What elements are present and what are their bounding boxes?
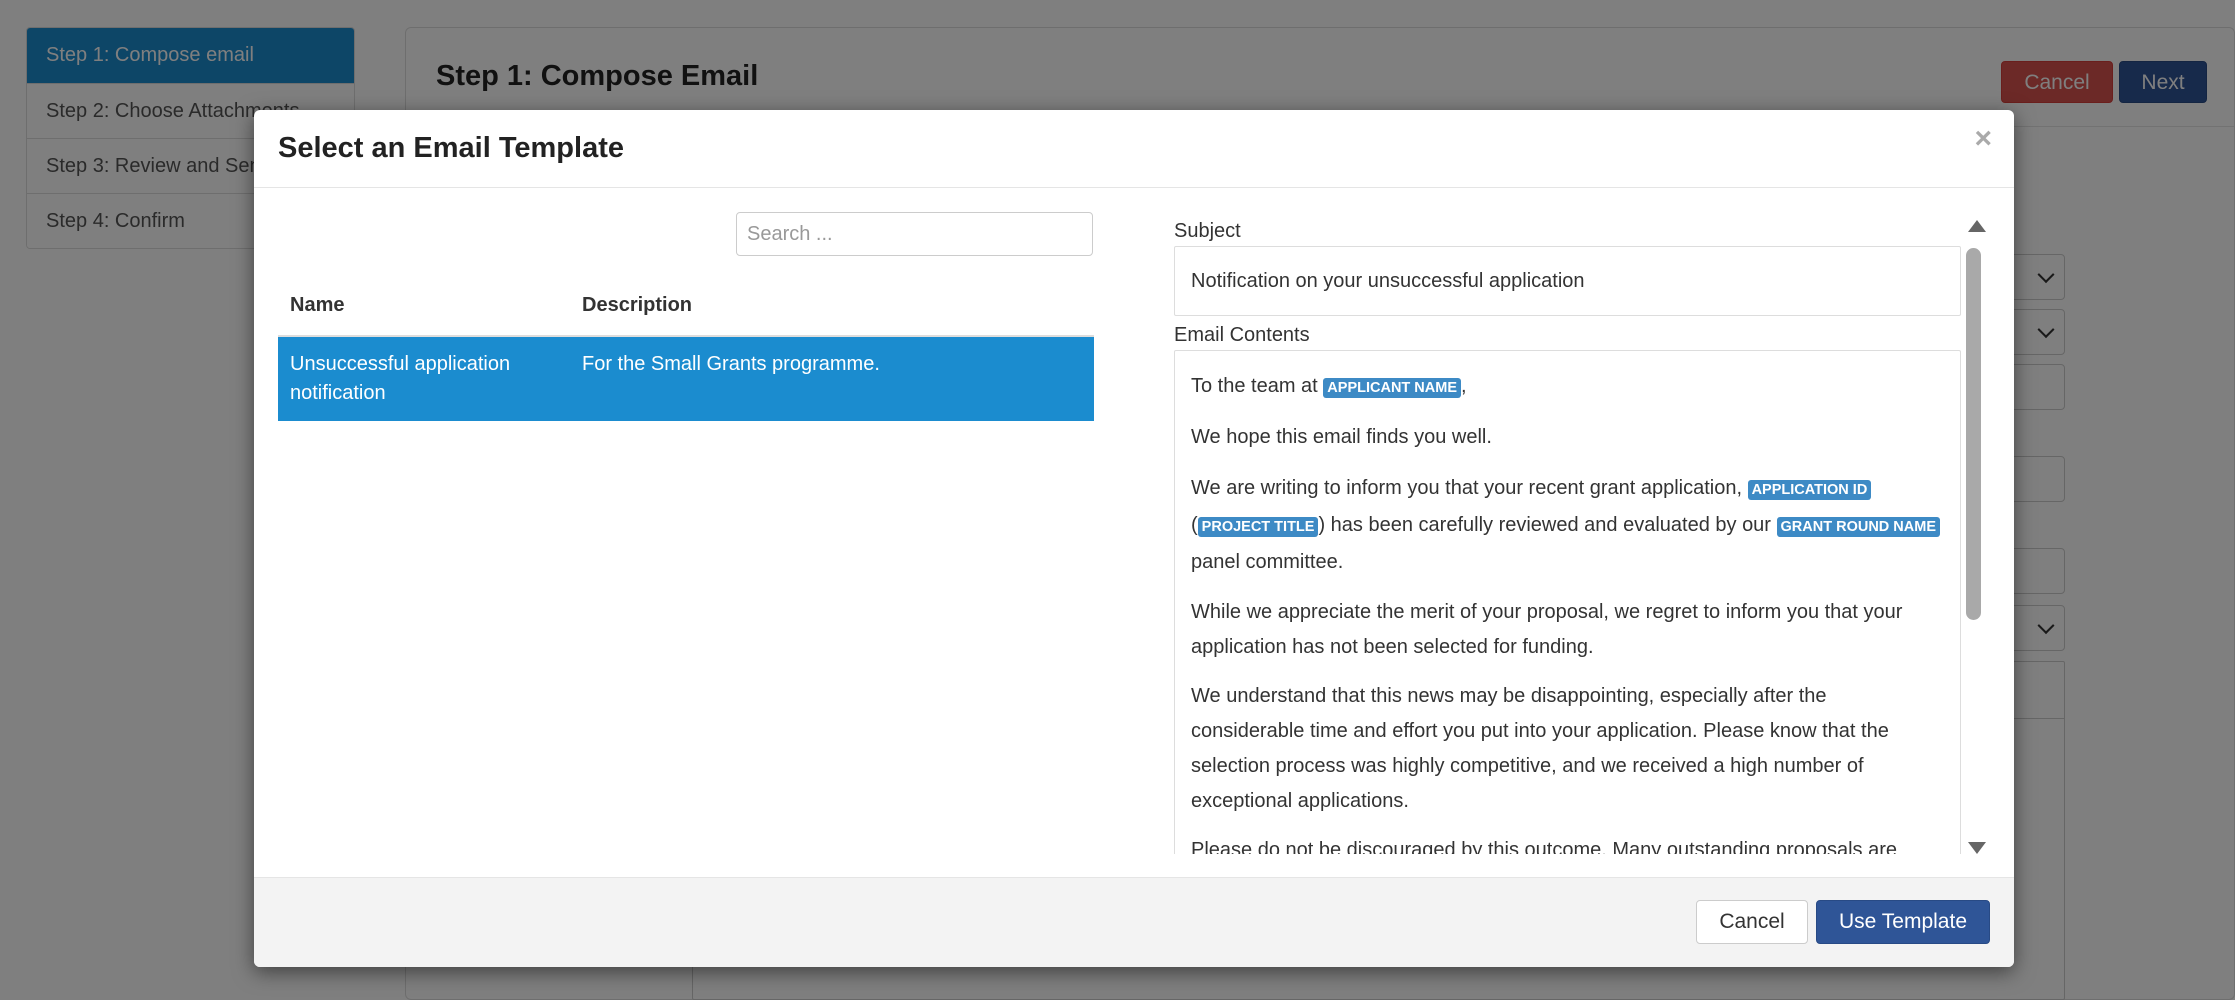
placeholder-token-grant-round-name: GRANT ROUND NAME bbox=[1776, 517, 1940, 537]
table-header-row: Name Description bbox=[278, 276, 1094, 337]
table-row[interactable]: Unsuccessful application notification Fo… bbox=[278, 336, 1094, 421]
column-header-name[interactable]: Name bbox=[278, 276, 570, 337]
text-span: panel committee. bbox=[1191, 551, 1344, 573]
placeholder-token-project-title: PROJECT TITLE bbox=[1197, 517, 1319, 537]
email-contents-field[interactable]: To the team at APPLICANT NAME, We hope t… bbox=[1174, 350, 1961, 854]
scroll-up-arrow-icon[interactable] bbox=[1968, 220, 1986, 232]
email-template-modal: Select an Email Template × Name Descript… bbox=[254, 110, 2014, 967]
template-description-cell: For the Small Grants programme. bbox=[570, 336, 1094, 421]
template-table: Name Description Unsuccessful applicatio… bbox=[278, 276, 1094, 421]
text-span: ( bbox=[1191, 514, 1198, 536]
search-input[interactable] bbox=[736, 212, 1093, 256]
column-header-description[interactable]: Description bbox=[570, 276, 1094, 337]
use-template-button[interactable]: Use Template bbox=[1816, 900, 1990, 944]
email-paragraph: To the team at APPLICANT NAME, bbox=[1191, 368, 1944, 405]
email-contents-label: Email Contents bbox=[1174, 324, 1310, 346]
modal-title: Select an Email Template bbox=[278, 132, 624, 164]
email-paragraph: While we appreciate the merit of your pr… bbox=[1191, 601, 1903, 658]
template-preview: Subject Notification on your unsuccessfu… bbox=[1174, 216, 1961, 856]
template-name-cell: Unsuccessful application notification bbox=[278, 336, 570, 421]
scroll-down-arrow-icon[interactable] bbox=[1968, 842, 1986, 854]
modal-header: Select an Email Template × bbox=[254, 110, 2014, 188]
close-icon[interactable]: × bbox=[1974, 124, 1992, 154]
email-paragraph: Please do not be discouraged by this out… bbox=[1191, 839, 1897, 854]
cancel-button[interactable]: Cancel bbox=[1696, 900, 1808, 944]
text-span: , bbox=[1461, 375, 1467, 397]
scrollbar-thumb[interactable] bbox=[1966, 248, 1981, 620]
text-span: We are writing to inform you that your r… bbox=[1191, 477, 1748, 499]
email-paragraph: We understand that this news may be disa… bbox=[1191, 685, 1889, 812]
email-paragraph: We hope this email finds you well. bbox=[1191, 426, 1492, 448]
placeholder-token-applicant-name: APPLICANT NAME bbox=[1323, 378, 1461, 398]
text-span: ) has been carefully reviewed and evalua… bbox=[1318, 514, 1777, 536]
subject-field: Notification on your unsuccessful applic… bbox=[1174, 246, 1961, 316]
text-span: To the team at bbox=[1191, 375, 1324, 397]
subject-label: Subject bbox=[1174, 220, 1241, 242]
email-paragraph: We are writing to inform you that your r… bbox=[1191, 470, 1944, 581]
modal-footer: Cancel Use Template bbox=[254, 877, 2014, 967]
placeholder-token-application-id: APPLICATION ID bbox=[1747, 480, 1872, 500]
